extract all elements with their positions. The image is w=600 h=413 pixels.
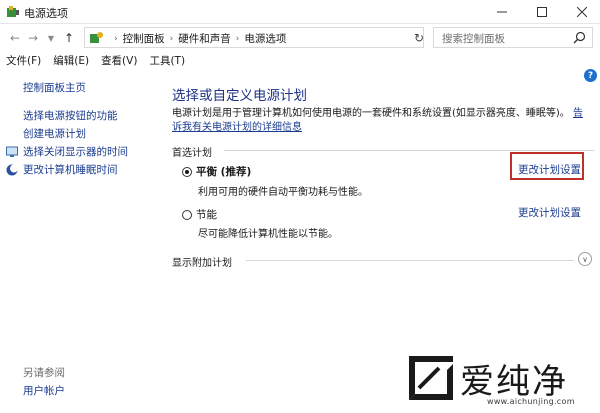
- plan-balanced-name: 平衡 (推荐): [196, 166, 252, 178]
- back-arrow-icon[interactable]: ←: [8, 31, 22, 45]
- brand-logo-icon: [409, 356, 453, 400]
- maximize-button[interactable]: [522, 0, 562, 24]
- sidebar-item-power-button[interactable]: 选择电源按钮的功能: [23, 108, 118, 123]
- sidebar-item-create-plan[interactable]: 创建电源计划: [23, 126, 86, 141]
- sidebar-item-label: 选择关闭显示器的时间: [23, 146, 128, 158]
- menu-tools[interactable]: 工具(T): [143, 51, 191, 69]
- close-icon: [577, 7, 587, 17]
- radio-unselected[interactable]: [182, 209, 192, 220]
- watermark: 爱纯净 www.aichunjing.com: [405, 352, 600, 413]
- forward-arrow-icon[interactable]: →: [26, 31, 40, 45]
- close-button[interactable]: [562, 0, 600, 24]
- plan-balanced-desc: 利用可用的硬件自动平衡功耗与性能。: [198, 187, 368, 198]
- menu-view[interactable]: 查看(V): [95, 51, 143, 69]
- title-bar: 电源选项: [0, 0, 600, 24]
- highlight-box: [510, 152, 584, 180]
- change-power-saver-settings-link[interactable]: 更改计划设置: [518, 205, 581, 220]
- moon-icon: [6, 164, 18, 175]
- window-title: 电源选项: [24, 7, 68, 20]
- sidebar: 控制面板主页 选择电源按钮的功能 创建电源计划 选择关闭显示器的时间 更改计算机…: [0, 70, 150, 413]
- up-arrow-icon[interactable]: ↑: [62, 31, 76, 45]
- menu-bar: 文件(F) 编辑(E) 查看(V) 工具(T): [0, 51, 600, 69]
- preferred-plans-label: 首选计划: [172, 148, 212, 159]
- plan-power-saver-name: 节能: [196, 209, 217, 221]
- brand-name: 爱纯净: [460, 362, 568, 402]
- group-divider: [224, 150, 594, 151]
- menu-edit[interactable]: 编辑(E): [47, 51, 95, 69]
- description-text: 电源计划是用于管理计算机如何使用电源的一套硬件和系统设置(如显示器亮度、睡眠等)…: [172, 108, 570, 119]
- sidebar-item-sleep-time[interactable]: 更改计算机睡眠时间: [6, 162, 118, 177]
- plan-balanced-radio[interactable]: 平衡 (推荐): [182, 164, 251, 179]
- minimize-button[interactable]: [482, 0, 522, 24]
- search-input[interactable]: 搜索控制面板: [433, 27, 593, 48]
- crumb-power-options[interactable]: 电源选项: [244, 31, 286, 46]
- search-placeholder: 搜索控制面板: [442, 33, 505, 45]
- monitor-icon: [6, 146, 18, 157]
- page-description: 电源计划是用于管理计算机如何使用电源的一套硬件和系统设置(如显示器亮度、睡眠等)…: [172, 107, 592, 135]
- sidebar-item-label: 更改计算机睡眠时间: [23, 164, 118, 176]
- search-icon[interactable]: [573, 31, 586, 44]
- crumb-separator-icon: ›: [235, 33, 240, 44]
- maximize-icon: [537, 7, 547, 17]
- brand-url: www.aichunjing.com: [487, 397, 575, 406]
- refresh-icon[interactable]: ↻: [412, 31, 426, 45]
- menu-file[interactable]: 文件(F): [0, 51, 47, 69]
- crumb-control-panel[interactable]: 控制面板: [123, 31, 165, 46]
- group-divider: [246, 260, 574, 261]
- power-options-icon: [7, 6, 19, 17]
- sidebar-item-user-accounts[interactable]: 用户帐户: [23, 383, 65, 398]
- address-bar: ← → ▼ ↑ › 控制面板 › 硬件和声音 › 电源选项 ∨ ↻ 搜索控制面板: [0, 25, 600, 51]
- sidebar-item-display-off[interactable]: 选择关闭显示器的时间: [6, 144, 128, 159]
- expand-chevron-down-icon[interactable]: ∨: [578, 252, 592, 266]
- control-panel-icon: [90, 32, 103, 43]
- crumb-separator-icon: ›: [169, 33, 174, 44]
- show-additional-plans-label[interactable]: 显示附加计划: [172, 254, 232, 269]
- radio-selected[interactable]: [182, 166, 192, 177]
- page-title: 选择或自定义电源计划: [172, 88, 307, 104]
- breadcrumb: › 控制面板 › 硬件和声音 › 电源选项: [109, 31, 286, 46]
- minimize-icon: [497, 11, 507, 13]
- sidebar-home-link[interactable]: 控制面板主页: [23, 80, 86, 95]
- address-field[interactable]: › 控制面板 › 硬件和声音 › 电源选项 ∨: [84, 27, 495, 48]
- see-also-heading: 另请参阅: [23, 367, 65, 379]
- crumb-separator-icon: ›: [114, 33, 118, 44]
- plan-power-saver-radio[interactable]: 节能: [182, 207, 217, 222]
- recent-chevron-down-icon[interactable]: ▼: [44, 31, 58, 45]
- crumb-hardware-sound[interactable]: 硬件和声音: [178, 31, 231, 46]
- plan-power-saver-desc: 尽可能降低计算机性能以节能。: [198, 229, 338, 240]
